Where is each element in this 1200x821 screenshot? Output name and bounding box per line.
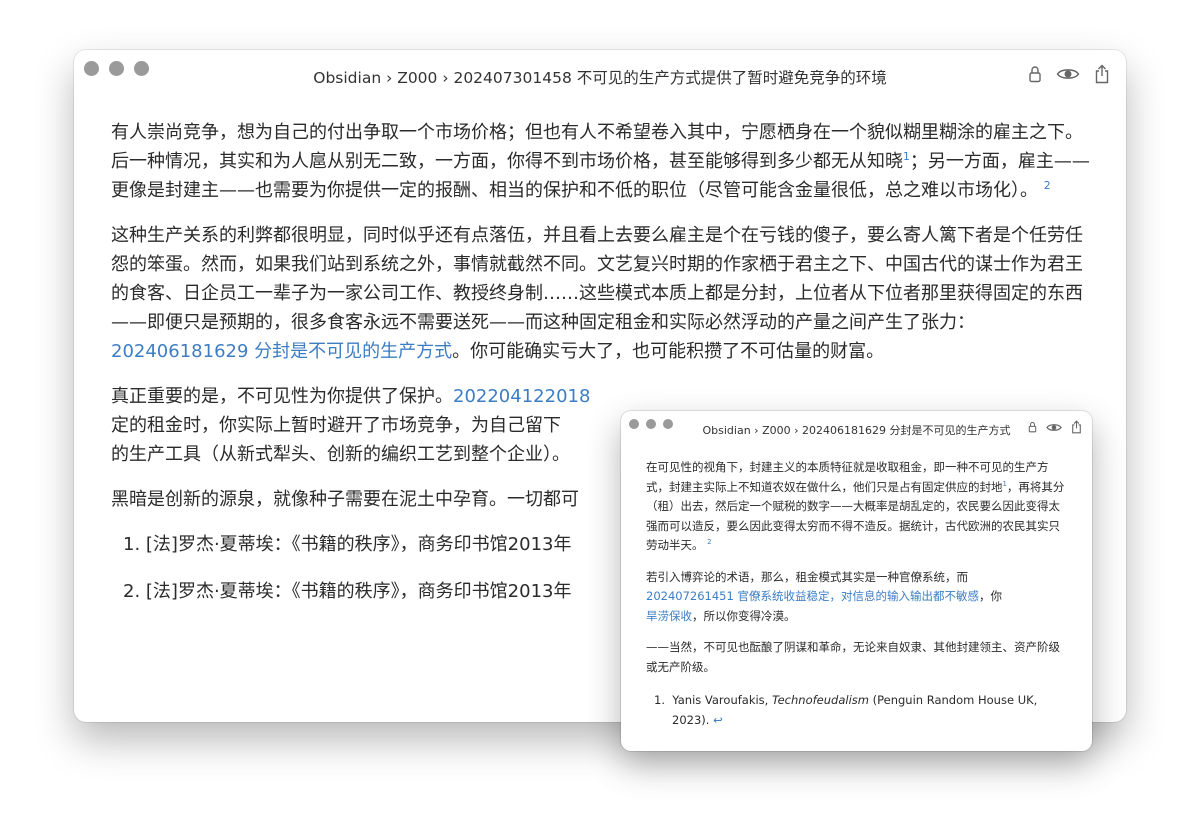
share-icon[interactable] — [1094, 64, 1110, 84]
popover-footnote-item: 1. Yanis Varoufakis, Technofeudalism (Pe… — [654, 693, 1038, 727]
link-preview-popover: Obsidian › Z000 › 202406181629 分封是不可见的生产… — [621, 411, 1092, 751]
internal-link[interactable]: 旱涝保收 — [646, 609, 692, 623]
paragraph-2: 这种生产关系的利弊都很明显，同时似乎还有点落伍，并且看上去要么雇主是个在亏钱的傻… — [111, 225, 1083, 362]
lock-icon[interactable] — [1028, 421, 1037, 433]
popover-paragraph-3: ——当然，不可见也酝酿了阴谋和革命，无论来自奴隶、其他封建领主、资产阶级或无产阶… — [646, 640, 1060, 674]
footnote-ref-2[interactable]: 2 — [1044, 179, 1051, 192]
share-icon[interactable] — [1071, 420, 1082, 434]
eye-icon[interactable] — [1056, 66, 1080, 82]
popover-breadcrumb: Obsidian › Z000 › 202406181629 分封是不可见的生产… — [702, 424, 1011, 437]
paragraph-1: 有人崇尚竞争，想为自己的付出争取一个市场价格；但也有人不希望卷入其中，宁愿栖身在… — [111, 122, 1090, 201]
internal-link[interactable]: 202406181629 分封是不可见的生产方式 — [111, 341, 452, 362]
footnote-ref-2[interactable]: 2 — [707, 538, 711, 546]
popover-paragraph-1: 在可见性的视角下，封建主义的本质特征就是收取租金，即一种不可见的生产方式，封建主… — [646, 460, 1065, 552]
internal-link[interactable]: 202407261451 官僚系统收益稳定，对信息的输入输出都不敏感 — [646, 589, 979, 603]
popover-body: 在可见性的视角下，封建主义的本质特征就是收取租金，即一种不可见的生产方式，封建主… — [646, 458, 1068, 730]
footnote-return-icon[interactable]: ↩ — [713, 713, 723, 727]
title-actions — [1028, 64, 1110, 84]
internal-link[interactable]: 202204122018 — [453, 386, 590, 407]
footnote-ref-1[interactable]: 1 — [903, 150, 910, 163]
popover-paragraph-2: 若引入博弈论的术语，那么，租金模式其实是一种官僚系统，而 202407261451… — [646, 569, 1002, 623]
popover-title-actions — [1028, 420, 1082, 434]
lock-icon[interactable] — [1028, 65, 1042, 83]
eye-icon[interactable] — [1046, 422, 1062, 433]
note-breadcrumb: Obsidian › Z000 › 202407301458 不可见的生产方式提… — [313, 69, 887, 87]
